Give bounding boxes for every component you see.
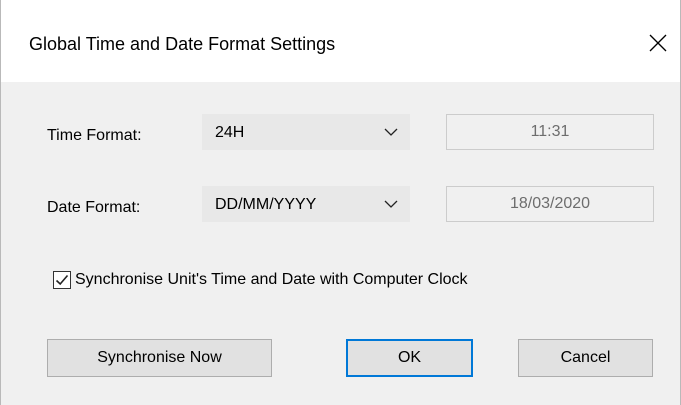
settings-dialog: Global Time and Date Format Settings Tim…: [0, 0, 681, 405]
sync-checkbox-label[interactable]: Synchronise Unit's Time and Date with Co…: [75, 270, 468, 290]
ok-button[interactable]: OK: [346, 339, 473, 377]
time-preview-field: 11:31: [446, 114, 654, 150]
date-format-label: Date Format:: [47, 199, 141, 216]
time-format-label: Time Format:: [47, 127, 142, 144]
sync-checkbox[interactable]: [53, 271, 71, 289]
date-format-dropdown[interactable]: DD/MM/YYYY: [202, 186, 410, 222]
cancel-button[interactable]: Cancel: [518, 339, 653, 377]
close-button[interactable]: [643, 28, 673, 58]
title-bar: Global Time and Date Format Settings: [1, 0, 680, 82]
checkmark-icon: [55, 274, 69, 286]
time-format-dropdown[interactable]: 24H: [202, 114, 410, 150]
time-format-value: 24H: [215, 124, 245, 141]
dialog-title: Global Time and Date Format Settings: [29, 34, 336, 54]
chevron-down-icon: [384, 200, 398, 208]
date-preview-field: 18/03/2020: [446, 186, 654, 222]
chevron-down-icon: [384, 128, 398, 136]
close-icon: [649, 34, 667, 52]
date-format-value: DD/MM/YYYY: [215, 196, 317, 213]
synchronise-now-button[interactable]: Synchronise Now: [47, 339, 272, 377]
